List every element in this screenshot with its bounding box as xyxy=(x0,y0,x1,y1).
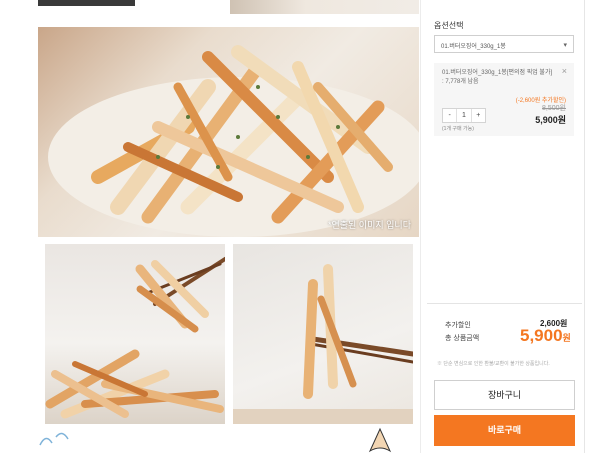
total-price-value: 5,900원 xyxy=(520,326,571,346)
chevron-down-icon: ▾ xyxy=(563,42,567,49)
image-caption: *연출된 이미지 입니다 xyxy=(327,220,411,230)
option-select-value: 01.버터오징어_330g_1봉 xyxy=(441,44,506,50)
top-dark-bar xyxy=(38,0,135,6)
cart-button[interactable]: 장바구니 xyxy=(434,380,575,410)
decorative-squid-icon xyxy=(368,427,392,453)
chopsticks-pile-illustration xyxy=(45,257,225,419)
previous-image-strip xyxy=(230,0,419,14)
product-image-chopsticks-1[interactable] xyxy=(45,244,225,424)
selected-item-card: 01.버터오징어_330g_1봉[편의점 픽업 불가] : 7,778개 남음 … xyxy=(434,63,574,136)
total-price-number: 5,900 xyxy=(520,326,563,345)
quantity-stepper[interactable]: - 1 + xyxy=(442,108,486,123)
buy-now-button[interactable]: 바로구매 xyxy=(434,415,575,446)
squid-pile-illustration xyxy=(48,45,419,237)
quantity-plus-button[interactable]: + xyxy=(472,109,485,122)
original-price: 8,500원 xyxy=(542,105,566,112)
purchase-limit-note: (1개 구매 가능) xyxy=(442,126,474,132)
close-icon[interactable]: × xyxy=(562,66,567,76)
panel-right-border xyxy=(584,0,585,453)
refund-notice: ※ 단순 변심으로 인한 환불/교환이 불가한 상품입니다. xyxy=(437,361,550,367)
quantity-value[interactable]: 1 xyxy=(456,109,472,122)
option-select[interactable]: 01.버터오징어_330g_1봉 ▾ xyxy=(434,35,574,53)
chopsticks-single-illustration xyxy=(233,264,413,424)
selected-item-name: 01.버터오징어_330g_1봉[편의점 픽업 불가] : 7,778개 남음 xyxy=(442,70,553,85)
item-price: 5,900원 xyxy=(535,115,566,125)
total-price-unit: 원 xyxy=(562,333,571,343)
product-image-chopsticks-2[interactable] xyxy=(233,244,413,424)
main-product-image[interactable]: *연출된 이미지 입니다 xyxy=(38,27,419,237)
summary-divider xyxy=(427,303,582,304)
quantity-minus-button[interactable]: - xyxy=(443,109,456,122)
total-price-label: 총 상품금액 xyxy=(445,335,480,342)
decorative-doodle-icon xyxy=(39,432,69,446)
panel-divider xyxy=(420,0,421,453)
option-label: 옵션선택 xyxy=(434,21,464,30)
additional-discount-label: 추가할인 xyxy=(445,322,471,329)
